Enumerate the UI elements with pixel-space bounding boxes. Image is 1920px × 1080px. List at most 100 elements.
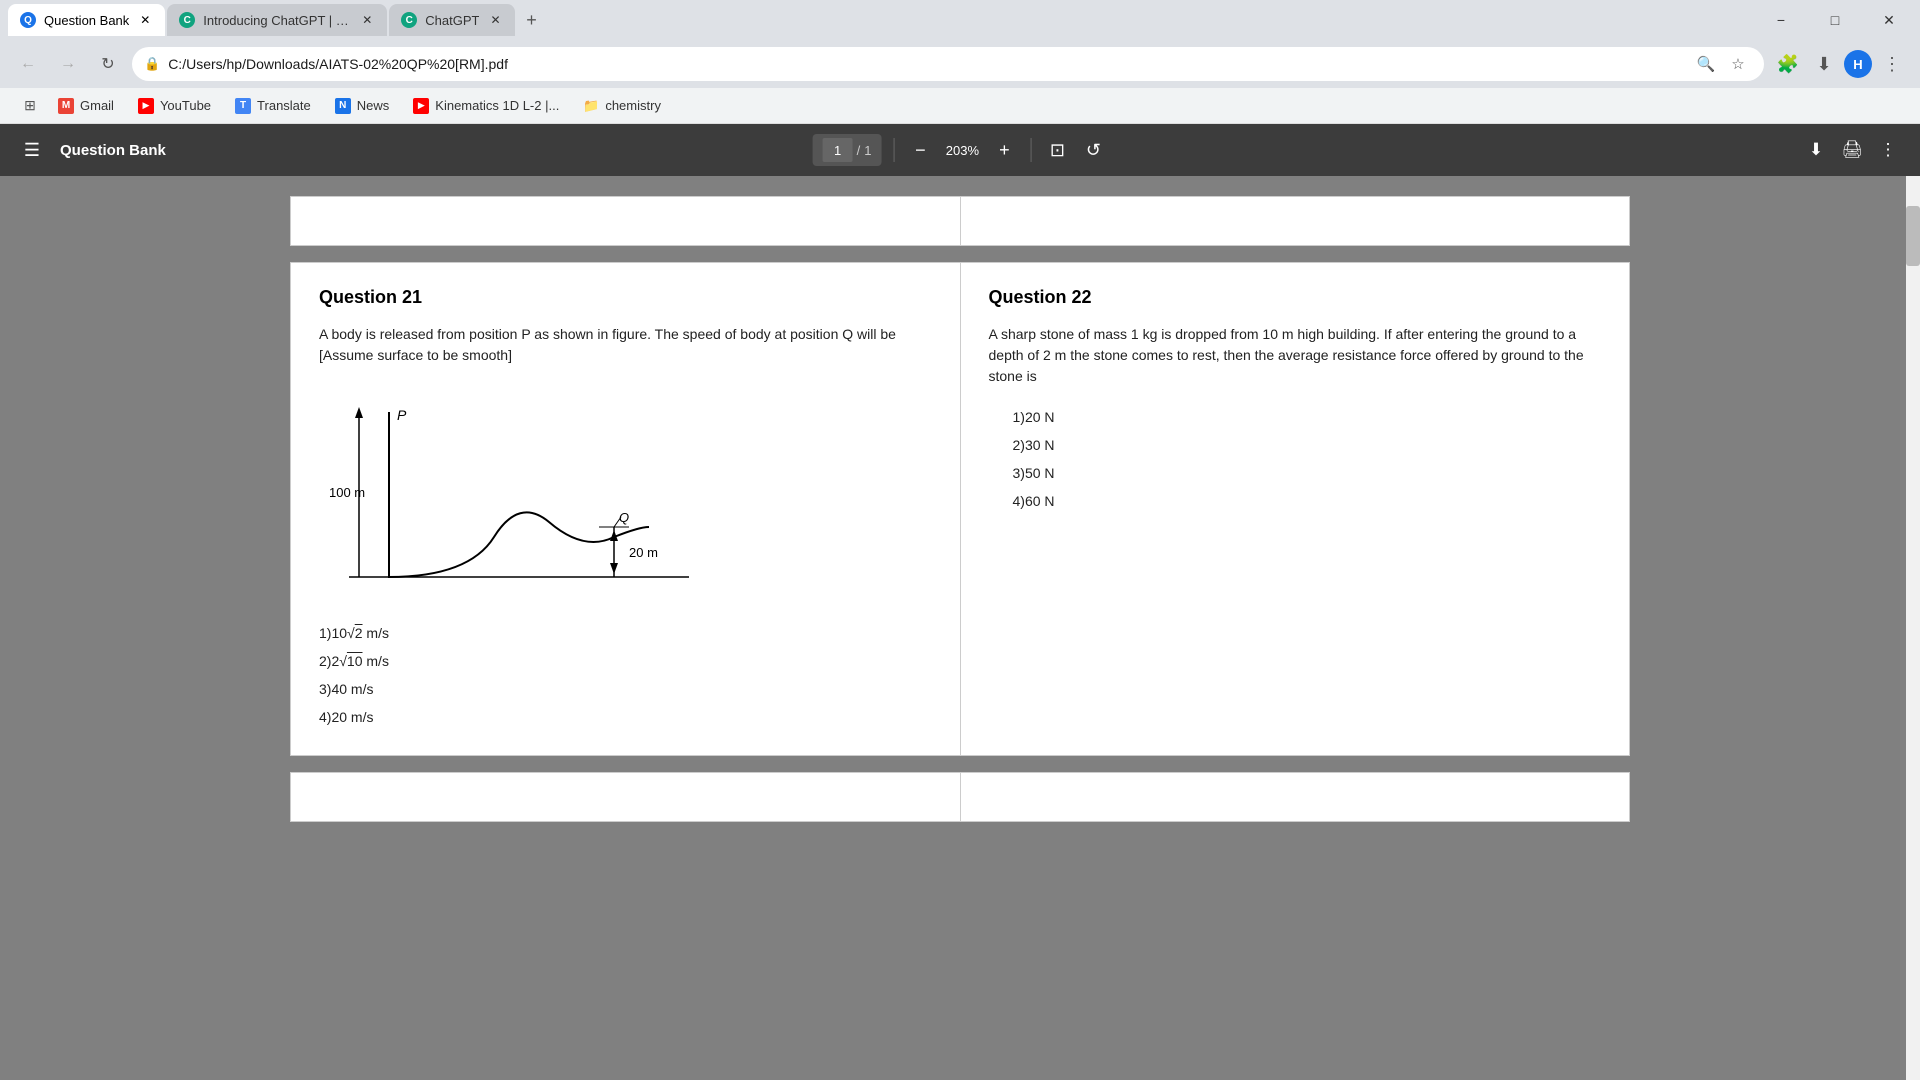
kinematics-favicon: ▶ [413, 98, 429, 114]
question-21-cell: Question 21 A body is released from posi… [291, 263, 961, 756]
tab-label-1: Question Bank [44, 13, 129, 28]
tab-label-3: ChatGPT [425, 13, 479, 28]
bookmark-kinematics-label: Kinematics 1D L-2 |... [435, 98, 559, 113]
svg-text:100 m: 100 m [329, 485, 365, 500]
extensions-button[interactable]: 🧩 [1772, 48, 1804, 80]
bookmark-news[interactable]: N News [325, 94, 400, 118]
svg-text:20 m: 20 m [629, 545, 658, 560]
pdf-divider-1 [893, 138, 894, 162]
svg-text:P: P [397, 407, 407, 423]
question-21-text: A body is released from position P as sh… [319, 324, 932, 366]
zoom-out-button[interactable]: − [906, 136, 934, 164]
q22-option-3: 3)50 N [1013, 459, 1602, 487]
q21-option-3: 3)40 m/s [319, 675, 932, 703]
pdf-download-button[interactable]: ⬇ [1800, 134, 1832, 166]
pdf-more-button[interactable]: ⋮ [1872, 134, 1904, 166]
q21-option-2: 2)2√10 m/s [319, 647, 932, 675]
profile-avatar[interactable]: H [1844, 50, 1872, 78]
bookmark-translate[interactable]: T Translate [225, 94, 321, 118]
search-icon[interactable]: 🔍 [1692, 50, 1720, 78]
tab-close-3[interactable]: ✕ [487, 12, 503, 28]
apps-button[interactable]: ⊞ [16, 92, 44, 120]
pdf-page-controls: 1 / 1 − 203% + ⊡ ↺ [813, 134, 1108, 166]
title-bar: Q Question Bank ✕ C Introducing ChatGPT … [0, 0, 1920, 40]
zoom-value: 203% [942, 143, 982, 158]
bookmark-chemistry[interactable]: 📁 chemistry [573, 94, 671, 118]
bottom-cell-right [960, 773, 1630, 822]
bookmark-youtube[interactable]: ▶ YouTube [128, 94, 221, 118]
youtube-favicon: ▶ [138, 98, 154, 114]
tab-chatgpt-openai[interactable]: C Introducing ChatGPT | OpenAI ✕ [167, 4, 387, 36]
close-button[interactable]: ✕ [1866, 4, 1912, 36]
tab-favicon-1: Q [20, 12, 36, 28]
question-table-top [290, 196, 1630, 246]
maximize-button[interactable]: □ [1812, 4, 1858, 36]
tab-question-bank[interactable]: Q Question Bank ✕ [8, 4, 165, 36]
tab-label-2: Introducing ChatGPT | OpenAI [203, 13, 351, 28]
bookmark-gmail-label: Gmail [80, 98, 114, 113]
q21-option-1: 1)10√2 m/s [319, 619, 932, 647]
more-button[interactable]: ⋮ [1876, 48, 1908, 80]
partial-row-bottom [291, 773, 1630, 822]
zoom-in-button[interactable]: + [990, 136, 1018, 164]
translate-favicon: T [235, 98, 251, 114]
tab-close-1[interactable]: ✕ [137, 12, 153, 28]
q21-diagram: P 100 m Q [319, 382, 932, 607]
pdf-print-button[interactable]: 🖨 [1836, 134, 1868, 166]
refresh-button[interactable]: ↻ [92, 48, 124, 80]
address-bar-row: ← → ↻ 🔒 C:/Users/hp/Downloads/AIATS-02%2… [0, 40, 1920, 88]
bookmark-star-icon[interactable]: ☆ [1724, 50, 1752, 78]
bookmarks-bar: ⊞ M Gmail ▶ YouTube T Translate N News ▶… [0, 88, 1920, 124]
q21-option-4: 4)20 m/s [319, 703, 932, 731]
q22-option-1: 1)20 N [1013, 403, 1602, 431]
q22-option-4: 4)60 N [1013, 487, 1602, 515]
bottom-cell-left [291, 773, 961, 822]
q21-diagram-svg: P 100 m Q [319, 382, 689, 602]
minimize-button[interactable]: − [1758, 4, 1804, 36]
forward-button[interactable]: → [52, 48, 84, 80]
lock-icon: 🔒 [144, 56, 160, 72]
bookmark-kinematics[interactable]: ▶ Kinematics 1D L-2 |... [403, 94, 569, 118]
pdf-menu-button[interactable]: ☰ [16, 134, 48, 166]
tab-strip: Q Question Bank ✕ C Introducing ChatGPT … [8, 0, 1754, 40]
bookmark-gmail[interactable]: M Gmail [48, 94, 124, 118]
browser-action-btns: 🧩 ⬇ H ⋮ [1772, 48, 1908, 80]
pdf-content: Question 21 A body is released from posi… [0, 176, 1920, 1080]
pdf-toolbar: ☰ Question Bank 1 / 1 − 203% + ⊡ ↺ ⬇ 🖨 ⋮ [0, 124, 1920, 176]
page-number-input[interactable]: 1 [823, 138, 853, 162]
page-total: 1 [864, 143, 871, 158]
tab-chatgpt[interactable]: C ChatGPT ✕ [389, 4, 515, 36]
scrollbar[interactable] [1906, 176, 1920, 1080]
partial-cell-left [291, 197, 961, 246]
question-21-header: Question 21 [319, 287, 932, 308]
question-22-header: Question 22 [989, 287, 1602, 308]
pdf-title: Question Bank [60, 142, 166, 159]
pdf-divider-2 [1030, 138, 1031, 162]
question-row-21-22: Question 21 A body is released from posi… [291, 263, 1630, 756]
tab-favicon-2: C [179, 12, 195, 28]
scrollbar-thumb[interactable] [1906, 206, 1920, 266]
address-bar[interactable]: 🔒 C:/Users/hp/Downloads/AIATS-02%20QP%20… [132, 47, 1764, 81]
gmail-favicon: M [58, 98, 74, 114]
bookmark-chemistry-label: chemistry [605, 98, 661, 113]
question-22-options: 1)20 N 2)30 N 3)50 N 4)60 N [989, 403, 1602, 515]
tab-favicon-3: C [401, 12, 417, 28]
fit-page-button[interactable]: ⊡ [1043, 136, 1071, 164]
partial-row-top [291, 197, 1630, 246]
question-22-text: A sharp stone of mass 1 kg is dropped fr… [989, 324, 1602, 387]
address-text: C:/Users/hp/Downloads/AIATS-02%20QP%20[R… [168, 56, 1684, 72]
page-separator: / [857, 143, 861, 158]
tab-close-2[interactable]: ✕ [359, 12, 375, 28]
bookmark-youtube-label: YouTube [160, 98, 211, 113]
download-button[interactable]: ⬇ [1808, 48, 1840, 80]
back-button[interactable]: ← [12, 48, 44, 80]
q22-option-2: 2)30 N [1013, 431, 1602, 459]
question-table-bottom [290, 772, 1630, 822]
bookmark-news-label: News [357, 98, 390, 113]
page-number-area: 1 / 1 [813, 134, 882, 166]
address-actions: 🔍 ☆ [1692, 50, 1752, 78]
rotate-button[interactable]: ↺ [1079, 136, 1107, 164]
question-21-options: 1)10√2 m/s 2)2√10 m/s 3)40 m/s 4)20 m/s [319, 619, 932, 731]
new-tab-button[interactable]: + [517, 6, 545, 34]
partial-cell-right [960, 197, 1630, 246]
